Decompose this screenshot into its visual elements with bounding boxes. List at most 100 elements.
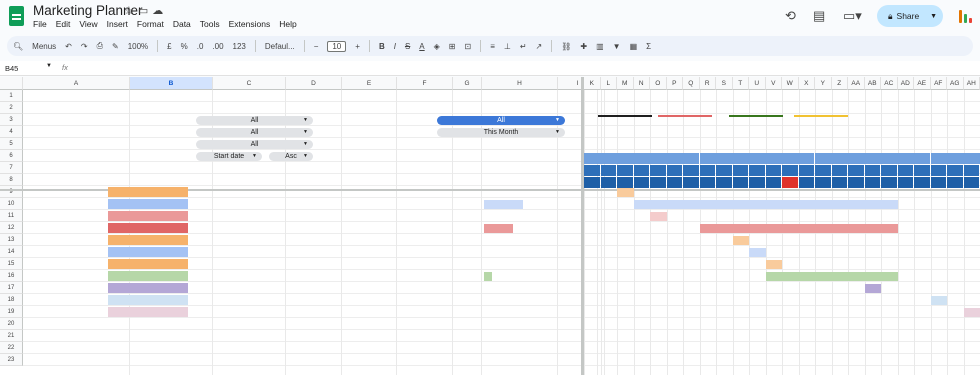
gantt-bar[interactable] — [930, 295, 947, 305]
chevron-down-icon[interactable]: ▼ — [46, 63, 52, 69]
undo-icon[interactable]: ↶ — [65, 42, 72, 51]
column-header-u[interactable]: U — [749, 77, 766, 90]
vertical-align-icon[interactable]: ⊥ — [504, 42, 511, 51]
gantt-bar[interactable] — [864, 283, 881, 293]
task-type-tag[interactable] — [108, 259, 188, 269]
filter-status-dropdown[interactable]: All ▼ — [196, 127, 313, 137]
percent-button[interactable]: % — [181, 42, 188, 51]
font-size-input[interactable]: 10 — [327, 40, 347, 52]
gantt-bar[interactable] — [650, 211, 667, 221]
menus-search[interactable]: Menus — [32, 42, 56, 51]
column-header-v[interactable]: V — [765, 77, 782, 90]
row-header-23[interactable]: 23 — [0, 354, 23, 366]
number-format-button[interactable]: 123 — [233, 42, 246, 51]
chevron-down-icon[interactable]: ▼ — [930, 13, 937, 20]
task-type-tag[interactable] — [108, 271, 188, 281]
text-color-icon[interactable]: A — [419, 42, 424, 51]
merge-cells-icon[interactable]: ⊡ — [465, 42, 472, 51]
row-header-9[interactable]: 9 — [0, 186, 23, 198]
column-header-b[interactable]: B — [130, 77, 213, 90]
column-header-h[interactable]: H — [482, 77, 558, 90]
column-header-ad[interactable]: AD — [897, 77, 914, 90]
column-header-ae[interactable]: AE — [914, 77, 931, 90]
share-button[interactable]: 🔒︎ Share ▼ — [877, 5, 943, 27]
column-header-a[interactable]: A — [23, 77, 130, 90]
menu-item-view[interactable]: View — [79, 19, 97, 29]
version-history-icon[interactable]: ⟲ — [785, 8, 796, 24]
column-header-q[interactable]: Q — [683, 77, 700, 90]
menu-item-extensions[interactable]: Extensions — [229, 19, 271, 29]
bold-icon[interactable]: B — [379, 42, 385, 51]
meet-icon[interactable]: ▭▾ — [843, 8, 862, 24]
column-header-s[interactable]: S — [716, 77, 733, 90]
column-header-x[interactable]: X — [798, 77, 815, 90]
column-header-ac[interactable]: AC — [881, 77, 898, 90]
select-all-corner[interactable] — [0, 77, 23, 90]
chart-icon[interactable]: ▥ — [596, 42, 604, 51]
column-header-ab[interactable]: AB — [864, 77, 881, 90]
cloud-status-icon[interactable]: ☁ — [152, 5, 167, 17]
row-header-20[interactable]: 20 — [0, 318, 23, 330]
comments-icon[interactable]: ▤ — [813, 8, 825, 24]
menu-item-tools[interactable]: Tools — [200, 19, 220, 29]
row-header-22[interactable]: 22 — [0, 342, 23, 354]
column-header-ag[interactable]: AG — [947, 77, 964, 90]
column-header-n[interactable]: N — [633, 77, 650, 90]
task-type-tag[interactable] — [108, 187, 188, 197]
search-menus-icon[interactable]: 🔍︎ — [13, 42, 23, 51]
order-by-dropdown[interactable]: Start date ▼ — [196, 151, 262, 161]
wrap-icon[interactable]: ↵ — [520, 42, 527, 51]
borders-icon[interactable]: ⊞ — [449, 42, 456, 51]
row-header-17[interactable]: 17 — [0, 282, 23, 294]
rotate-icon[interactable]: ↗ — [536, 42, 543, 51]
task-type-tag[interactable] — [108, 211, 188, 221]
increase-decimal-button[interactable]: .00 — [212, 42, 223, 51]
task-type-tag[interactable] — [108, 307, 188, 317]
name-box[interactable]: B45 — [5, 64, 18, 73]
task-type-tag[interactable] — [108, 199, 188, 209]
column-header-aa[interactable]: AA — [848, 77, 865, 90]
row-header-7[interactable]: 7 — [0, 162, 23, 174]
column-header-l[interactable]: L — [600, 77, 617, 90]
row-header-13[interactable]: 13 — [0, 234, 23, 246]
column-header-af[interactable]: AF — [930, 77, 947, 90]
gantt-bar[interactable] — [749, 247, 766, 257]
row-header-11[interactable]: 11 — [0, 210, 23, 222]
row-header-15[interactable]: 15 — [0, 258, 23, 270]
filter-views-icon[interactable]: ▦ — [630, 42, 638, 51]
row-header-19[interactable]: 19 — [0, 306, 23, 318]
menu-item-data[interactable]: Data — [173, 19, 191, 29]
star-icon[interactable]: ☆ — [124, 5, 138, 17]
column-header-r[interactable]: R — [699, 77, 716, 90]
menu-item-help[interactable]: Help — [279, 19, 296, 29]
print-icon[interactable]: ⎙ — [97, 41, 103, 51]
row-header-18[interactable]: 18 — [0, 294, 23, 306]
strikethrough-icon[interactable]: S — [405, 42, 410, 51]
gantt-bar[interactable] — [732, 235, 749, 245]
column-header-t[interactable]: T — [732, 77, 749, 90]
column-header-d[interactable]: D — [286, 77, 342, 90]
column-header-g[interactable]: G — [453, 77, 482, 90]
freeze-divider[interactable] — [581, 77, 584, 375]
fill-color-icon[interactable]: ◈ — [434, 42, 440, 51]
filter-type-dropdown[interactable]: All ▼ — [196, 115, 313, 125]
column-header-o[interactable]: O — [650, 77, 667, 90]
menu-item-file[interactable]: File — [33, 19, 47, 29]
currency-button[interactable]: £ — [167, 42, 171, 51]
row-header-21[interactable]: 21 — [0, 330, 23, 342]
gemini-app-icon[interactable] — [959, 10, 973, 23]
row-header-4[interactable]: 4 — [0, 126, 23, 138]
menu-item-edit[interactable]: Edit — [56, 19, 71, 29]
task-type-tag[interactable] — [108, 247, 188, 257]
comment-icon[interactable]: ✚ — [580, 42, 587, 51]
filter-period-dropdown[interactable]: This Month ▼ — [437, 127, 565, 137]
gantt-bar[interactable] — [765, 271, 898, 281]
gantt-bar[interactable] — [617, 187, 634, 197]
spreadsheet-grid[interactable]: ABCDEFGHIJKLMNOPQRSTUVWXYZAAABACADAEAFAG… — [0, 77, 980, 375]
task-type-tag[interactable] — [108, 283, 188, 293]
align-icon[interactable]: ≡ — [490, 42, 495, 51]
column-header-e[interactable]: E — [342, 77, 397, 90]
italic-icon[interactable]: I — [394, 42, 396, 51]
task-type-tag[interactable] — [108, 295, 188, 305]
row-header-14[interactable]: 14 — [0, 246, 23, 258]
